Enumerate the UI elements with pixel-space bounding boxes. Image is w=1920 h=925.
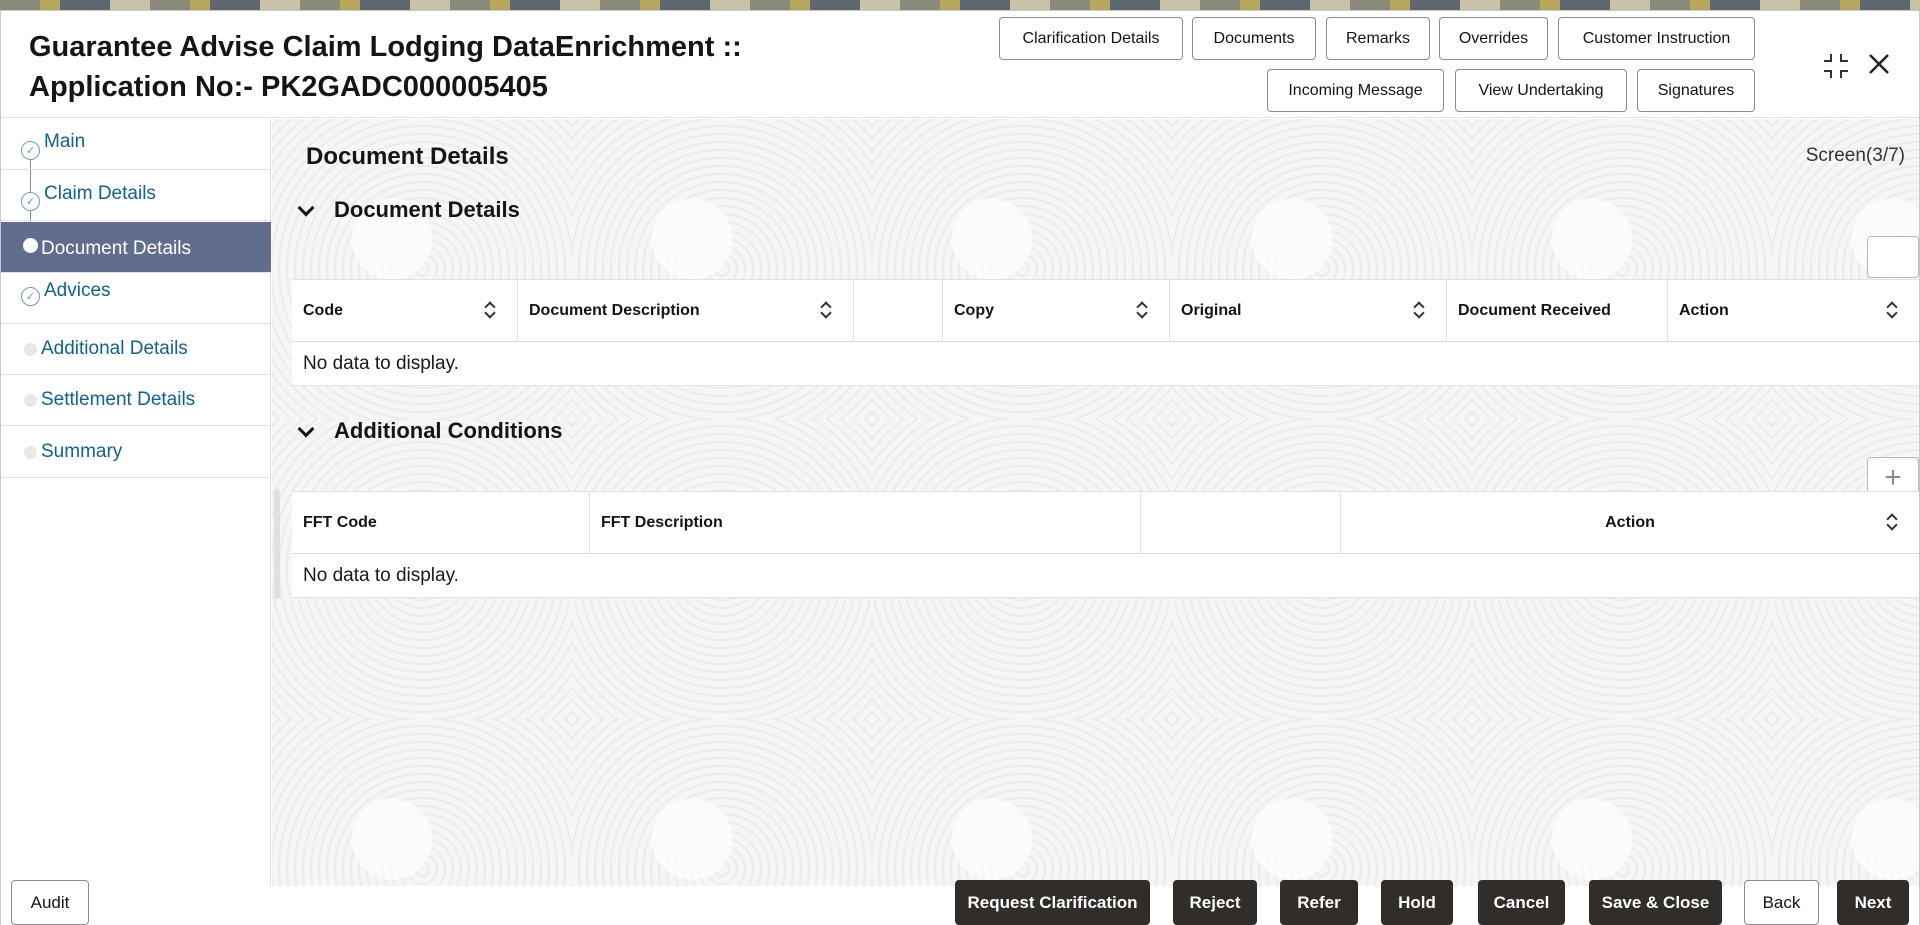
save-close-button[interactable]: Save & Close (1589, 880, 1722, 925)
table-header: Code Document Description Copy Original … (292, 280, 1919, 342)
sort-icon (1137, 302, 1147, 318)
sort-icon (1414, 302, 1424, 318)
main-content: Document Details Screen(3/7) Document De… (272, 119, 1919, 886)
sidebar-item-label: Document Details (41, 238, 191, 259)
sidebar-item-advices[interactable]: ✓ Advices (1, 273, 271, 324)
sidebar-item-additional-details[interactable]: Additional Details (1, 324, 271, 375)
check-circle-icon: ✓ (21, 192, 40, 211)
page-title: Guarantee Advise Claim Lodging DataEnric… (29, 27, 789, 107)
next-button[interactable]: Next (1837, 880, 1909, 925)
section-page-title: Document Details (306, 143, 509, 170)
active-step-icon (23, 238, 38, 253)
additional-conditions-table: FFT Code FFT Description Action No data … (292, 491, 1919, 598)
chevron-down-icon (294, 421, 320, 441)
column-action[interactable]: Action (1341, 492, 1919, 553)
clarification-details-button[interactable]: Clarification Details (999, 17, 1183, 60)
sort-icon (485, 302, 495, 318)
sidebar-item-label: Summary (41, 441, 123, 462)
sidebar-item-label: Additional Details (41, 338, 188, 359)
incoming-message-button[interactable]: Incoming Message (1267, 69, 1444, 112)
refer-button[interactable]: Refer (1280, 880, 1358, 925)
table-header: FFT Code FFT Description Action (292, 492, 1919, 554)
back-button[interactable]: Back (1744, 880, 1819, 925)
sidebar-item-label: Settlement Details (41, 389, 196, 410)
column-copy[interactable]: Copy (943, 280, 1170, 341)
column-blank (1141, 492, 1341, 553)
check-circle-icon: ✓ (21, 287, 40, 306)
sidebar-item-label: Advices (44, 280, 111, 301)
title-line-2: Application No:- PK2GADC000005405 (29, 71, 548, 103)
column-code[interactable]: Code (292, 280, 518, 341)
add-document-button[interactable] (1867, 236, 1919, 278)
section-title: Document Details (334, 197, 520, 222)
empty-message: No data to display. (292, 342, 1919, 386)
title-line-1: Guarantee Advise Claim Lodging DataEnric… (29, 31, 742, 63)
check-circle-icon: ✓ (21, 141, 40, 160)
dialog-header: Guarantee Advise Claim Lodging DataEnric… (1, 11, 1919, 118)
column-blank (854, 280, 943, 341)
sidebar-item-settlement-details[interactable]: Settlement Details (1, 375, 271, 426)
sidebar-item-label: Claim Details (44, 183, 156, 204)
pending-step-icon (24, 343, 37, 356)
sidebar-item-label: Main (44, 131, 86, 152)
sidebar: ✓ Main ✓ Claim Details Document Details … (1, 119, 271, 886)
section-title: Additional Conditions (334, 418, 563, 443)
sidebar-item-summary[interactable]: Summary (1, 427, 271, 478)
sort-icon (1887, 514, 1897, 530)
column-action[interactable]: Action (1668, 280, 1919, 341)
background-strip (0, 0, 1920, 10)
remarks-button[interactable]: Remarks (1326, 17, 1430, 60)
sort-icon (1887, 302, 1897, 318)
customer-instruction-button[interactable]: Customer Instruction (1558, 17, 1755, 60)
table-scrollbar[interactable] (274, 489, 280, 599)
chevron-down-icon (294, 200, 320, 220)
column-document-received[interactable]: Document Received (1447, 280, 1668, 341)
hold-button[interactable]: Hold (1381, 880, 1453, 925)
audit-button[interactable]: Audit (11, 880, 89, 925)
documents-button[interactable]: Documents (1192, 17, 1316, 60)
sidebar-item-main[interactable]: ✓ Main (1, 119, 271, 170)
column-fft-code[interactable]: FFT Code (292, 492, 590, 553)
sidebar-item-claim-details[interactable]: ✓ Claim Details (1, 170, 271, 221)
dialog-window: Guarantee Advise Claim Lodging DataEnric… (0, 10, 1920, 925)
document-details-table: Code Document Description Copy Original … (292, 279, 1919, 386)
request-clarification-button[interactable]: Request Clarification (955, 880, 1150, 925)
sidebar-item-document-details[interactable]: Document Details (1, 222, 271, 273)
column-original[interactable]: Original (1170, 280, 1447, 341)
sort-icon (821, 302, 831, 318)
cancel-button[interactable]: Cancel (1478, 880, 1565, 925)
view-undertaking-button[interactable]: View Undertaking (1455, 69, 1627, 112)
pending-step-icon (24, 394, 37, 407)
pending-step-icon (24, 446, 37, 459)
empty-message: No data to display. (292, 554, 1919, 598)
document-details-section-toggle[interactable]: Document Details (294, 197, 520, 223)
column-fft-description[interactable]: FFT Description (590, 492, 1141, 553)
close-icon[interactable] (1866, 51, 1892, 84)
reject-button[interactable]: Reject (1173, 880, 1257, 925)
overrides-button[interactable]: Overrides (1439, 17, 1548, 60)
additional-conditions-section-toggle[interactable]: Additional Conditions (294, 418, 563, 444)
minimize-icon[interactable] (1821, 51, 1851, 88)
screen-indicator: Screen(3/7) (1805, 145, 1905, 166)
signatures-button[interactable]: Signatures (1637, 69, 1755, 112)
column-document-description[interactable]: Document Description (518, 280, 854, 341)
